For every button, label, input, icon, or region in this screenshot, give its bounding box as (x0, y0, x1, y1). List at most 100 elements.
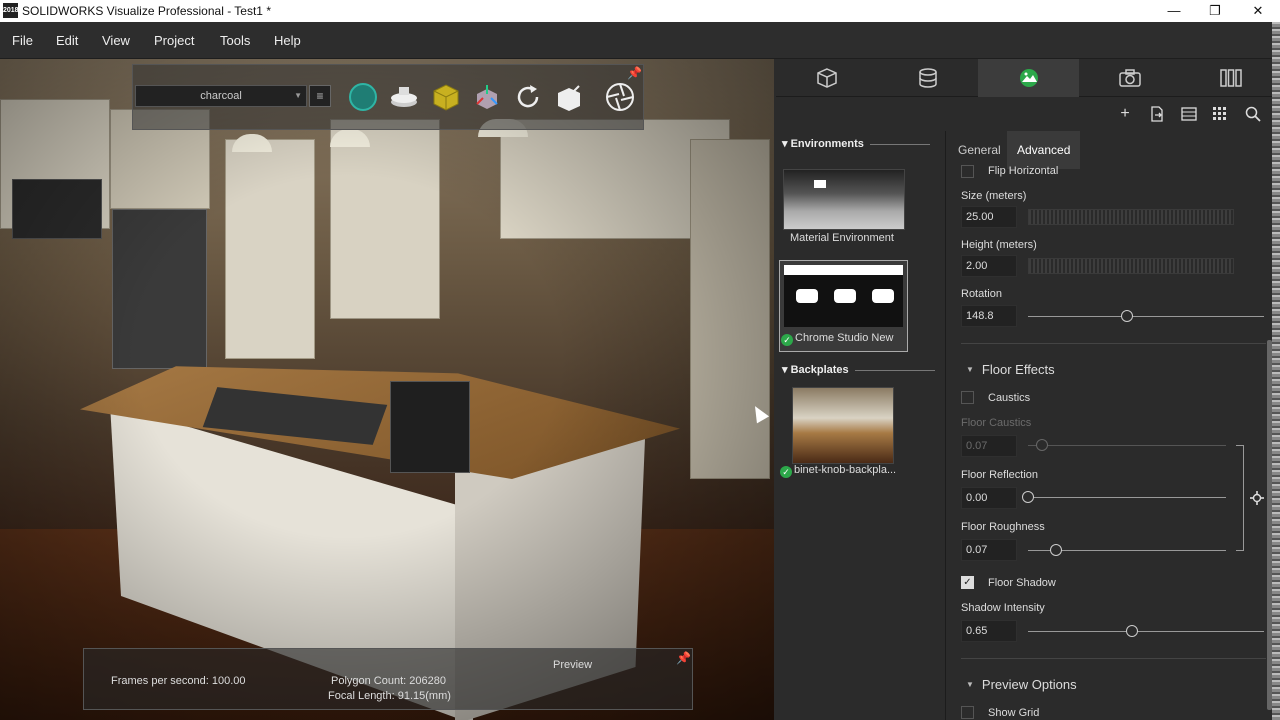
settings-gear-icon[interactable] (1250, 491, 1264, 505)
library-pane: ▾ Environments Material Environment ✓ Chr… (776, 131, 946, 720)
check-icon: ✓ (780, 466, 792, 478)
fps-readout: Frames per second: 100.00 (111, 675, 246, 687)
preview-options-header[interactable]: ▼ Preview Options (966, 677, 1077, 692)
floor-caustics-slider (1028, 445, 1226, 446)
show-grid-checkbox[interactable] (961, 706, 974, 719)
chevron-down-icon: ▼ (294, 91, 302, 100)
minimize-button[interactable]: — (1152, 0, 1196, 22)
turntable-icon[interactable] (388, 82, 420, 112)
libraries-tab[interactable] (1180, 59, 1280, 97)
menu-project[interactable]: Project (154, 33, 194, 48)
size-label: Size (meters) (961, 190, 1027, 202)
cube-icon (816, 68, 837, 88)
height-slider[interactable] (1028, 258, 1234, 274)
floor-caustics-label: Floor Caustics (961, 417, 1032, 429)
import-icon[interactable] (1149, 106, 1165, 122)
rotation-input[interactable]: 148.8 (961, 305, 1017, 327)
backplate-label: binet-knob-backpla... (794, 464, 897, 476)
palette-tabs (776, 59, 1280, 97)
layout-icon[interactable] (1181, 106, 1197, 122)
material-select[interactable]: charcoal ▼ (135, 85, 307, 107)
show-grid-label: Show Grid (988, 707, 1040, 719)
menu-help[interactable]: Help (274, 33, 301, 48)
caustics-label: Caustics (988, 392, 1031, 404)
properties-pane: General Advanced Flip Horizontal Size (m… (948, 131, 1280, 720)
camera-icon (1118, 69, 1141, 87)
menu-bar: File Edit View Project Tools Help (0, 22, 1280, 59)
floor-caustics-input: 0.07 (961, 435, 1017, 457)
check-icon: ✓ (781, 334, 793, 346)
transform-gizmo-icon[interactable] (471, 82, 503, 112)
tab-general[interactable]: General (948, 131, 1011, 169)
cube-select-icon[interactable] (430, 82, 462, 112)
floor-reflection-slider[interactable] (1028, 497, 1226, 498)
floor-roughness-label: Floor Roughness (961, 521, 1045, 533)
rotation-slider-handle[interactable] (1121, 310, 1134, 322)
floor-reflection-slider-handle[interactable] (1022, 491, 1034, 503)
height-input[interactable]: 2.00 (961, 255, 1017, 277)
size-input[interactable]: 25.00 (961, 206, 1017, 228)
cameras-tab[interactable] (1079, 59, 1180, 97)
render-viewport[interactable] (0, 59, 774, 720)
window-edge (1272, 22, 1280, 720)
polygon-count: Polygon Count: 206280 (331, 675, 446, 687)
title-bar: 2018 SOLIDWORKS Visualize Professional -… (0, 0, 1280, 22)
appearances-tab[interactable] (877, 59, 978, 97)
floor-shadow-checkbox[interactable]: ✓ (961, 576, 974, 589)
menu-view[interactable]: View (102, 33, 130, 48)
list-button[interactable]: ≡ (309, 85, 331, 107)
database-icon (918, 68, 937, 88)
flip-horizontal-checkbox[interactable] (961, 165, 974, 178)
add-icon[interactable]: + (1115, 104, 1135, 124)
caustics-checkbox[interactable] (961, 391, 974, 404)
search-icon[interactable] (1245, 106, 1261, 122)
library-icon (1219, 69, 1242, 87)
floor-caustics-slider-handle (1035, 439, 1048, 451)
grid-view-icon[interactable] (1212, 106, 1228, 122)
scenes-tab[interactable] (978, 59, 1079, 97)
menu-edit[interactable]: Edit (56, 33, 78, 48)
rotation-label: Rotation (961, 288, 1002, 300)
environment-label: Chrome Studio New (795, 332, 894, 344)
shadow-intensity-slider-handle[interactable] (1125, 625, 1138, 637)
floor-shadow-label: Floor Shadow (988, 577, 1056, 589)
app-icon: 2018 (3, 3, 19, 18)
shadow-intensity-slider[interactable] (1028, 631, 1264, 632)
restore-button[interactable]: ❐ (1193, 0, 1237, 22)
height-label: Height (meters) (961, 239, 1037, 251)
environments-header[interactable]: ▾ Environments (782, 137, 930, 150)
camera-shutter-icon[interactable] (604, 82, 636, 112)
window-title: SOLIDWORKS Visualize Professional - Test… (22, 4, 271, 18)
close-button[interactable]: ✕ (1236, 0, 1280, 22)
menu-tools[interactable]: Tools (220, 33, 250, 48)
floor-roughness-input[interactable]: 0.07 (961, 539, 1017, 561)
floor-reflection-label: Floor Reflection (961, 469, 1039, 481)
shadow-intensity-input[interactable]: 0.65 (961, 620, 1017, 642)
models-tab[interactable] (776, 59, 877, 97)
refresh-icon[interactable] (512, 82, 544, 112)
flip-horizontal-label: Flip Horizontal (988, 165, 1059, 177)
chrome-studio-thumbnail[interactable]: ✓ Chrome Studio New (779, 260, 908, 352)
environment-label: Material Environment (790, 232, 894, 244)
divider (961, 343, 1266, 344)
tab-advanced[interactable]: Advanced (1007, 131, 1081, 169)
sphere-icon[interactable] (347, 82, 379, 112)
preview-label: Preview (553, 659, 593, 671)
kitchen-backplate-thumbnail[interactable] (792, 387, 894, 464)
divider (961, 658, 1266, 659)
menu-file[interactable]: File (12, 33, 33, 48)
size-slider[interactable] (1028, 209, 1234, 225)
material-environment-thumbnail[interactable] (783, 169, 905, 230)
backplates-header[interactable]: ▾ Backplates (782, 363, 935, 376)
floor-effects-header[interactable]: ▼ Floor Effects (966, 362, 1055, 377)
status-overlay: Frames per second: 100.00 Preview Polygo… (83, 648, 693, 710)
pin-icon[interactable]: 📌 (627, 66, 642, 80)
floor-reflection-input[interactable]: 0.00 (961, 487, 1017, 509)
focal-length: Focal Length: 91.15(mm) (328, 690, 451, 702)
floor-roughness-slider-handle[interactable] (1049, 544, 1062, 556)
pin-icon[interactable]: 📌 (676, 651, 691, 665)
environment-icon (1019, 69, 1038, 87)
rotation-slider[interactable] (1028, 316, 1264, 317)
shadow-intensity-label: Shadow Intensity (961, 602, 1045, 614)
export-icon[interactable] (553, 82, 585, 112)
